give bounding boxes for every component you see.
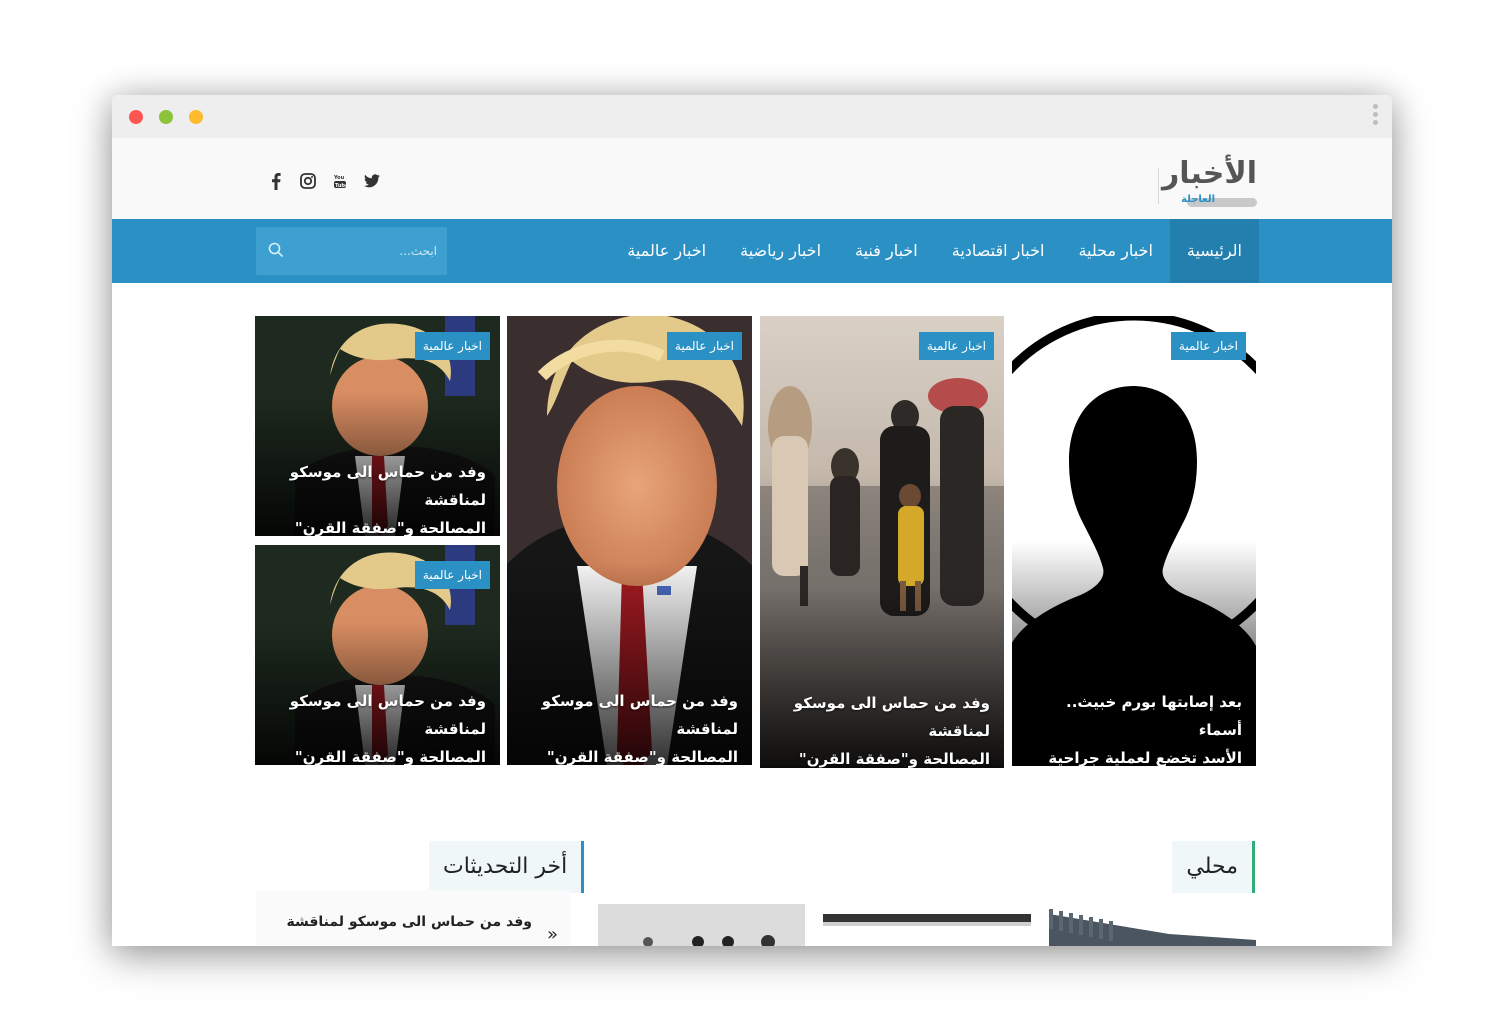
main-nav: الرئيسية اخبار محلية اخبار اقتصادية اخبا…	[112, 219, 1392, 283]
twitter-icon[interactable]	[363, 172, 381, 190]
chevron-double-left-icon: »	[546, 924, 558, 945]
local-news-thumbnail[interactable]	[598, 904, 805, 946]
search-box	[256, 227, 447, 275]
browser-menu-icon[interactable]	[1371, 104, 1379, 130]
card-caption[interactable]: بعد إصابتها بورم خبيث.. أسماء الأسد تخضع…	[1022, 688, 1242, 766]
latest-item-title[interactable]: وفد من حماس الى موسكو لمناقشة	[286, 914, 532, 930]
logo-main-text: الأخبار	[1161, 156, 1257, 191]
instagram-icon[interactable]	[299, 172, 317, 190]
card-caption[interactable]: وفد من حماس الى موسكو لمناقشة المصالحة و…	[770, 689, 990, 768]
featured-card[interactable]: اخبار عالمية بعد إصابتها بورم خبيث.. أسم…	[1012, 316, 1256, 766]
card-caption-line1: بعد إصابتها بورم خبيث.. أسماء	[1066, 693, 1242, 739]
card-caption-line1: وفد من حماس الى موسكو لمناقشة	[289, 692, 486, 738]
browser-chrome	[112, 95, 1392, 138]
nav-item-economy[interactable]: اخبار اقتصادية	[935, 219, 1062, 283]
search-input[interactable]	[287, 239, 437, 263]
nav-item-home[interactable]: الرئيسية	[1169, 219, 1259, 283]
nav-item-world[interactable]: اخبار عالمية	[610, 219, 723, 283]
card-caption-line1: وفد من حماس الى موسكو لمناقشة	[289, 463, 486, 509]
featured-card[interactable]: اخبار عالمية وفد من حماس الى موسكو لمناق…	[255, 545, 500, 765]
card-caption-line2: المصالحة و"صفقة القرن"	[294, 519, 486, 536]
card-caption[interactable]: وفد من حماس الى موسكو لمناقشة المصالحة و…	[265, 687, 486, 765]
latest-list-item[interactable]: وفد من حماس الى موسكو لمناقشة »	[256, 890, 570, 946]
site-header: الأخبار العاجلة You Tube	[112, 138, 1392, 219]
logo-divider	[1158, 168, 1159, 204]
section-title-local: محلي	[1172, 841, 1255, 893]
maximize-window-button[interactable]	[159, 110, 173, 124]
local-news-thumbnail[interactable]	[1049, 904, 1256, 946]
svg-text:You: You	[333, 175, 345, 181]
search-icon[interactable]	[268, 242, 284, 262]
card-caption[interactable]: وفد من حماس الى موسكو لمناقشة المصالحة و…	[517, 687, 738, 765]
facebook-icon[interactable]	[267, 172, 285, 190]
card-caption-line2: المصالحة و"صفقة القرن"	[546, 748, 738, 765]
close-window-button[interactable]	[129, 110, 143, 124]
svg-text:Tube: Tube	[335, 183, 347, 189]
card-caption-line2: الأسد تخضع لعملية جراحية	[1048, 749, 1242, 766]
card-caption-line1: وفد من حماس الى موسكو لمناقشة	[793, 694, 990, 740]
category-badge[interactable]: اخبار عالمية	[414, 561, 490, 589]
card-caption-line2: المصالحة و"صفقة القرن"	[798, 750, 990, 768]
featured-card[interactable]: اخبار عالمية وفد من حماس الى موسكو لمناق…	[255, 316, 500, 536]
minimize-window-button[interactable]	[189, 110, 203, 124]
category-badge[interactable]: اخبار عالمية	[1170, 332, 1246, 360]
browser-window: الأخبار العاجلة You Tube الرئيسية اخبار م…	[112, 95, 1392, 946]
category-badge[interactable]: اخبار عالمية	[918, 332, 994, 360]
category-badge[interactable]: اخبار عالمية	[414, 332, 490, 360]
site-logo[interactable]: الأخبار العاجلة	[1157, 156, 1257, 212]
card-caption-line1: وفد من حماس الى موسكو لمناقشة	[541, 692, 738, 738]
social-links: You Tube	[267, 172, 381, 190]
logo-sub-text: العاجلة	[1181, 194, 1215, 205]
card-caption-line2: المصالحة و"صفقة القرن"	[294, 748, 486, 765]
featured-grid: اخبار عالمية بعد إصابتها بورم خبيث.. أسم…	[255, 316, 1256, 768]
nav-item-art[interactable]: اخبار فنية	[838, 219, 935, 283]
featured-card[interactable]: اخبار عالمية وفد من حماس الى موسكو لمناق…	[760, 316, 1004, 768]
nav-item-sports[interactable]: اخبار رياضية	[723, 219, 838, 283]
category-badge[interactable]: اخبار عالمية	[666, 332, 742, 360]
featured-card[interactable]: اخبار عالمية وفد من حماس الى موسكو لمناق…	[507, 316, 752, 765]
card-caption[interactable]: وفد من حماس الى موسكو لمناقشة المصالحة و…	[265, 458, 486, 536]
section-title-latest: أخر التحديثات	[429, 841, 585, 893]
local-news-thumbnail[interactable]	[823, 914, 1031, 926]
youtube-icon[interactable]: You Tube	[331, 172, 349, 190]
nav-item-local[interactable]: اخبار محلية	[1061, 219, 1169, 283]
